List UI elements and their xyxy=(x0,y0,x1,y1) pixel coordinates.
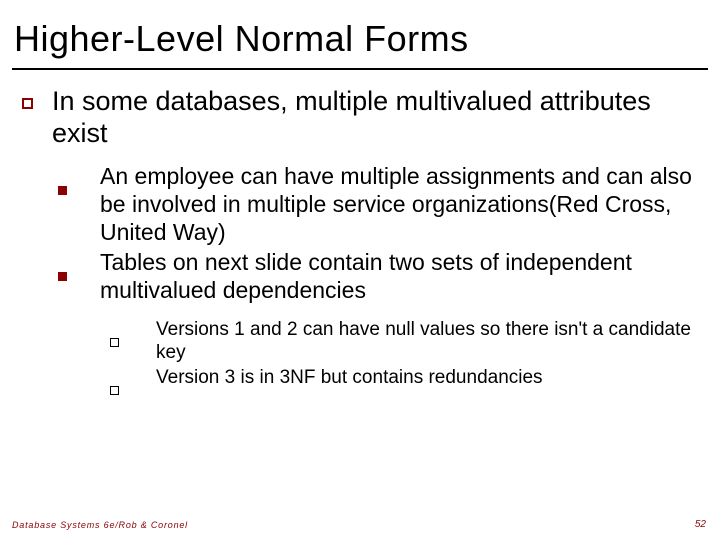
lvl3a-text: Versions 1 and 2 can have null values so… xyxy=(156,318,698,364)
lvl2b-text: Tables on next slide contain two sets of… xyxy=(100,249,632,303)
bullet-text: In some databases, multiple multivalued … xyxy=(52,86,698,405)
footer-source: Database Systems 6e/Rob & Coronel xyxy=(12,520,188,530)
lvl2a-text: An employee can have multiple assignment… xyxy=(100,162,698,246)
hollow-square-bullet-icon xyxy=(100,366,156,401)
hollow-square-bullet-icon xyxy=(100,318,156,364)
list-item: Version 3 is in 3NF but contains redunda… xyxy=(100,366,698,401)
bullet-list-level3: Versions 1 and 2 can have null values so… xyxy=(100,318,698,401)
title-underline xyxy=(12,68,708,70)
bullet-text: Tables on next slide contain two sets of… xyxy=(100,248,698,403)
list-item: In some databases, multiple multivalued … xyxy=(22,86,698,405)
bullet-list-level2: An employee can have multiple assignment… xyxy=(52,162,698,404)
slide-title: Higher-Level Normal Forms xyxy=(0,0,720,66)
lvl3b-text: Version 3 is in 3NF but contains redunda… xyxy=(156,366,698,401)
hollow-square-bullet-icon xyxy=(22,86,52,405)
bullet-list-level1: In some databases, multiple multivalued … xyxy=(22,86,698,405)
lvl1-text: In some databases, multiple multivalued … xyxy=(52,86,651,148)
page-number: 52 xyxy=(695,519,706,530)
list-item: Tables on next slide contain two sets of… xyxy=(52,248,698,403)
filled-square-bullet-icon xyxy=(52,162,100,246)
slide: Higher-Level Normal Forms In some databa… xyxy=(0,0,720,540)
list-item: An employee can have multiple assignment… xyxy=(52,162,698,246)
slide-body: In some databases, multiple multivalued … xyxy=(0,80,720,405)
list-item: Versions 1 and 2 can have null values so… xyxy=(100,318,698,364)
filled-square-bullet-icon xyxy=(52,248,100,403)
